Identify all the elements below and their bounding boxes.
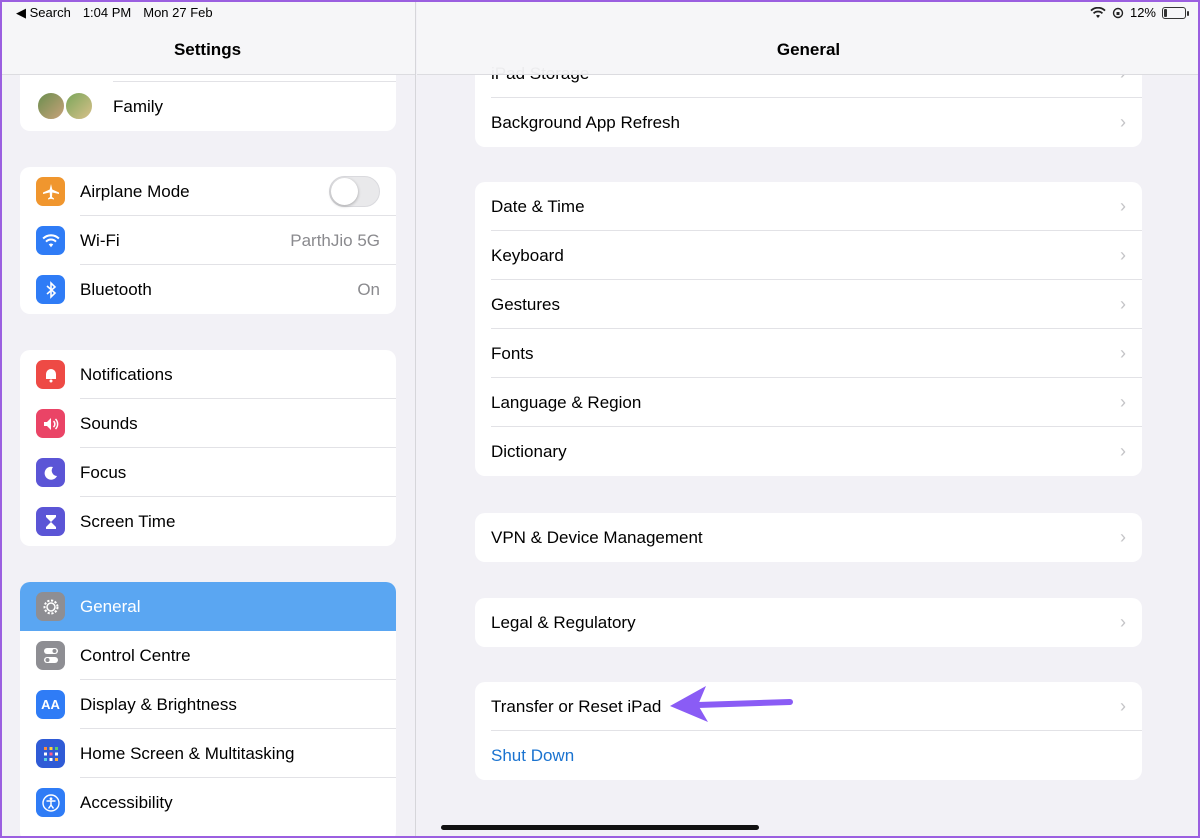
- chevron-right-icon: ›: [1120, 392, 1126, 412]
- sidebar-item-label: Sounds: [80, 413, 138, 433]
- moon-icon: [36, 458, 65, 487]
- text-size-glyph: AA: [41, 697, 60, 712]
- notifications-group: Notifications Sounds Focus Screen Time: [20, 350, 396, 546]
- status-date: Mon 27 Feb: [143, 5, 213, 20]
- sidebar-item-notifications[interactable]: Notifications: [20, 350, 396, 399]
- sidebar-item-family[interactable]: Family: [20, 82, 396, 131]
- sidebar-item-label: Control Centre: [80, 645, 191, 665]
- chevron-right-icon: ›: [1120, 441, 1126, 461]
- back-to-search-link[interactable]: ◀ Search: [16, 5, 71, 21]
- wifi-network-value: ParthJio 5G: [290, 230, 380, 250]
- sidebar-item-airplane-mode[interactable]: Airplane Mode: [20, 167, 396, 216]
- sidebar-item-label: Airplane Mode: [80, 181, 190, 201]
- row-label: Legal & Regulatory: [491, 612, 636, 632]
- battery-percent: 12%: [1129, 5, 1156, 20]
- sidebar-item-accessibility[interactable]: Accessibility: [20, 778, 396, 827]
- wifi-icon: [36, 226, 65, 255]
- row-label: Fonts: [491, 343, 534, 363]
- sidebar-item-bluetooth[interactable]: Bluetooth On: [20, 265, 396, 314]
- row-label: Transfer or Reset iPad: [491, 696, 662, 716]
- chevron-right-icon: ›: [1120, 196, 1126, 216]
- connectivity-group: Airplane Mode Wi-Fi ParthJio 5G Bluetoot…: [20, 167, 396, 314]
- sidebar-item-label: Wi-Fi: [80, 230, 120, 250]
- grid-icon: [36, 739, 65, 768]
- hourglass-icon: [36, 507, 65, 536]
- sidebar-item-display-brightness[interactable]: AA Display & Brightness: [20, 680, 396, 729]
- row-label: Dictionary: [491, 441, 567, 461]
- detail-title: General: [776, 40, 841, 59]
- sidebar-item-label: Accessibility: [80, 792, 173, 812]
- speaker-icon: [36, 409, 65, 438]
- settings-sidebar: Settings Family Airplane Mode Wi-Fi Part…: [0, 0, 416, 838]
- sidebar-item-label: General: [80, 596, 141, 616]
- wifi-status-icon: [1090, 6, 1106, 18]
- vpn-group: VPN & Device Management ›: [475, 513, 1142, 562]
- home-indicator[interactable]: [441, 825, 759, 830]
- row-language-region[interactable]: Language & Region ›: [475, 378, 1142, 427]
- row-fonts[interactable]: Fonts ›: [475, 329, 1142, 378]
- text-size-icon: AA: [36, 690, 65, 719]
- gear-icon: [36, 592, 65, 621]
- chevron-right-icon: ›: [1120, 112, 1126, 132]
- bell-icon: [36, 360, 65, 389]
- row-label: Gestures: [491, 294, 560, 314]
- sidebar-item-label: Display & Brightness: [80, 694, 237, 714]
- accessibility-icon: [36, 788, 65, 817]
- sidebar-item-label: Screen Time: [80, 511, 176, 531]
- orientation-lock-icon: [1112, 7, 1124, 18]
- sidebar-item-focus[interactable]: Focus: [20, 448, 396, 497]
- general-detail-pane: General iPad Storage › Background App Re…: [417, 0, 1200, 838]
- status-time: 1:04 PM: [82, 5, 132, 20]
- sidebar-item-general[interactable]: General: [20, 582, 396, 631]
- sidebar-item-label: Bluetooth: [80, 279, 152, 299]
- sidebar-item-wifi[interactable]: Wi-Fi ParthJio 5G: [20, 216, 396, 265]
- bluetooth-icon: [36, 275, 65, 304]
- row-date-time[interactable]: Date & Time ›: [475, 182, 1142, 231]
- avatar: [36, 91, 66, 121]
- status-bar: ◀ Search 1:04 PM Mon 27 Feb 12%: [0, 0, 1200, 24]
- airplane-icon: [36, 177, 65, 206]
- row-background-app-refresh[interactable]: Background App Refresh ›: [475, 98, 1142, 147]
- sidebar-item-home-screen[interactable]: Home Screen & Multitasking: [20, 729, 396, 778]
- sidebar-item-label: Notifications: [80, 364, 173, 384]
- locale-group: Date & Time › Keyboard › Gestures › Font…: [475, 182, 1142, 476]
- row-label: VPN & Device Management: [491, 527, 703, 547]
- sidebar-item-label: Focus: [80, 462, 127, 482]
- sidebar-item-label: Family: [113, 96, 164, 116]
- chevron-right-icon: ›: [1120, 696, 1126, 716]
- chevron-right-icon: ›: [1120, 294, 1126, 314]
- shut-down-button[interactable]: Shut Down: [475, 731, 1142, 780]
- row-label: Keyboard: [491, 245, 564, 265]
- avatar: [64, 91, 94, 121]
- row-label: Background App Refresh: [491, 112, 681, 132]
- row-gestures[interactable]: Gestures ›: [475, 280, 1142, 329]
- reset-group: Transfer or Reset iPad › Shut Down: [475, 682, 1142, 780]
- chevron-right-icon: ›: [1120, 527, 1126, 547]
- general-group: General Control Centre AA Display & Brig…: [20, 582, 396, 838]
- row-transfer-reset-ipad[interactable]: Transfer or Reset iPad ›: [475, 682, 1142, 731]
- row-label: Language & Region: [491, 392, 642, 412]
- airplane-mode-toggle[interactable]: [329, 176, 380, 207]
- row-label: Shut Down: [491, 745, 575, 765]
- chevron-right-icon: ›: [1120, 245, 1126, 265]
- sidebar-title: Settings: [173, 40, 242, 59]
- legal-group: Legal & Regulatory ›: [475, 598, 1142, 647]
- sidebar-item-sounds[interactable]: Sounds: [20, 399, 396, 448]
- sidebar-item-label: Home Screen & Multitasking: [80, 743, 295, 763]
- chevron-right-icon: ›: [1120, 343, 1126, 363]
- bluetooth-value: On: [357, 279, 380, 299]
- sidebar-item-control-centre[interactable]: Control Centre: [20, 631, 396, 680]
- row-dictionary[interactable]: Dictionary ›: [475, 427, 1142, 476]
- row-vpn-device-management[interactable]: VPN & Device Management ›: [475, 513, 1142, 562]
- row-keyboard[interactable]: Keyboard ›: [475, 231, 1142, 280]
- row-legal-regulatory[interactable]: Legal & Regulatory ›: [475, 598, 1142, 647]
- sidebar-item-screen-time[interactable]: Screen Time: [20, 497, 396, 546]
- row-label: Date & Time: [491, 196, 585, 216]
- battery-icon: [1162, 6, 1189, 19]
- annotation-arrow-icon: [670, 686, 793, 722]
- chevron-right-icon: ›: [1120, 612, 1126, 632]
- switches-icon: [36, 641, 65, 670]
